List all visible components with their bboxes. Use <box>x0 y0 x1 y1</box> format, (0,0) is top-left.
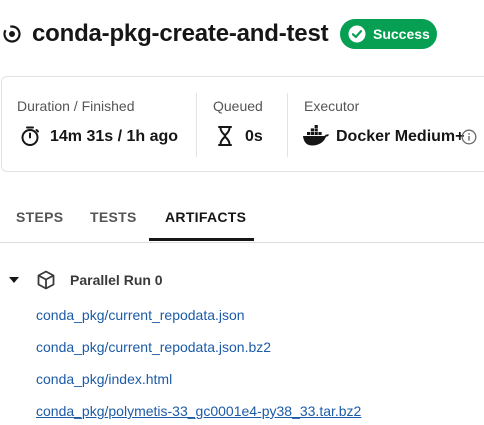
job-title: conda-pkg-create-and-test <box>32 20 329 47</box>
job-icon <box>3 25 21 43</box>
artifact-link[interactable]: conda_pkg/index.html <box>36 371 172 387</box>
parallel-run-group: Parallel Run 0 <box>0 268 484 292</box>
active-tab-indicator <box>149 238 254 241</box>
hourglass-icon <box>218 126 232 146</box>
tab-steps[interactable]: STEPS <box>16 209 63 225</box>
artifact-link[interactable]: conda_pkg/current_repodata.json.bz2 <box>36 339 271 355</box>
job-stats-panel: Duration / Finished 14m 31s / 1h ago Que… <box>1 76 484 172</box>
queued-value: 0s <box>245 128 263 145</box>
executor-label: Executor <box>304 98 360 114</box>
parallel-run-label: Parallel Run 0 <box>70 272 163 288</box>
executor-value: Docker Medium+ <box>336 128 465 145</box>
duration-value: 14m 31s / 1h ago <box>50 128 179 145</box>
chevron-down-icon[interactable] <box>9 277 19 283</box>
info-icon[interactable] <box>461 129 477 145</box>
artifact-link[interactable]: conda_pkg/current_repodata.json <box>36 307 245 323</box>
queued-label: Queued <box>213 98 263 114</box>
stats-divider <box>287 93 288 157</box>
tab-artifacts[interactable]: ARTIFACTS <box>165 209 246 225</box>
duration-label: Duration / Finished <box>17 98 135 114</box>
stopwatch-icon <box>21 126 39 146</box>
artifact-link[interactable]: conda_pkg/polymetis-33_gc0001e4-py38_33.… <box>36 403 361 419</box>
stats-divider <box>196 93 197 157</box>
check-circle-icon <box>348 25 366 43</box>
docker-icon <box>303 125 329 146</box>
tab-tests[interactable]: TESTS <box>90 209 137 225</box>
status-badge: Success <box>340 19 437 49</box>
status-label: Success <box>373 26 430 42</box>
job-tabs: STEPS TESTS ARTIFACTS <box>0 196 484 243</box>
package-icon <box>37 270 55 290</box>
